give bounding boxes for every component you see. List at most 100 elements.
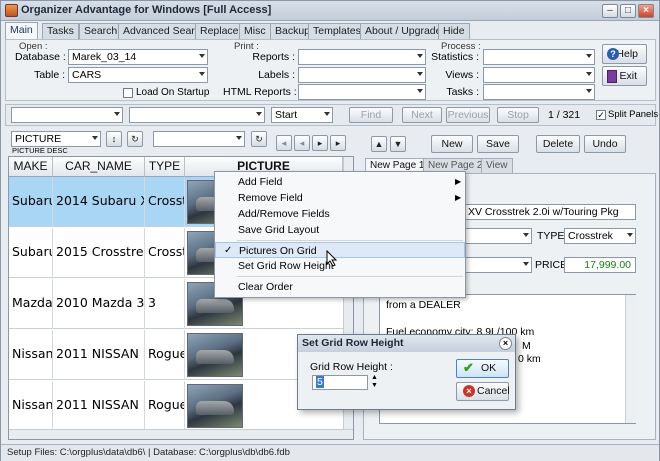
chevron-down-icon xyxy=(627,233,633,237)
cell-car-name: 2011 NISSAN RC xyxy=(53,330,145,380)
delete-button[interactable]: Delete xyxy=(536,135,580,153)
tab-misc[interactable]: Misc xyxy=(239,23,271,39)
next-record-icon[interactable]: ▸ xyxy=(312,135,328,151)
tab-about-upgrade[interactable]: About / Upgrade xyxy=(360,23,447,39)
tab-templates[interactable]: Templates xyxy=(308,23,366,39)
chevron-down-icon xyxy=(586,72,592,76)
menu-item-pictures-on-grid[interactable]: ✓ Pictures On Grid xyxy=(215,242,465,258)
prev-record-icon[interactable]: ◂ xyxy=(294,135,310,151)
load-on-startup-label: Load On Startup xyxy=(136,87,210,98)
labels-select[interactable] xyxy=(298,67,426,83)
tasks-select[interactable] xyxy=(483,84,595,100)
refresh-icon[interactable]: ↻ xyxy=(127,131,143,147)
menu-item-label: Pictures On Grid xyxy=(239,245,317,257)
up-arrow-icon[interactable]: ▲ xyxy=(371,136,387,152)
car-name-field[interactable]: XV Crosstrek 2.0i w/Touring Pkg xyxy=(464,204,636,220)
minimize-button[interactable]: – xyxy=(602,4,618,18)
help-icon: ? xyxy=(607,48,619,60)
menu-item-save-grid-layout[interactable]: Save Grid Layout xyxy=(215,222,465,238)
type-select[interactable]: Crosstrek xyxy=(564,228,636,244)
app-window: Organizer Advantage for Windows [Full Ac… xyxy=(0,0,660,461)
car-photo xyxy=(187,333,243,377)
row-height-spinner[interactable]: ▲ ▼ xyxy=(370,374,379,391)
cell-make: Mazda xyxy=(9,279,53,329)
tasks-label: Tasks : xyxy=(446,86,479,98)
cell-make: Subaru xyxy=(9,228,53,278)
menu-item-add-remove-fields[interactable]: Add/Remove Fields xyxy=(215,206,465,222)
find-button[interactable]: Find xyxy=(349,107,393,123)
column-header-car-name[interactable]: CAR_NAME xyxy=(53,157,145,177)
set-grid-row-height-dialog: Set Grid Row Height × Grid Row Height : … xyxy=(297,334,516,410)
help-label: Help xyxy=(616,48,638,60)
cell-make: Subaru xyxy=(9,177,53,227)
maximize-button[interactable]: □ xyxy=(620,4,636,18)
tab-view[interactable]: View xyxy=(481,158,513,173)
dialog-close-icon[interactable]: × xyxy=(499,337,512,350)
chevron-down-icon xyxy=(256,112,262,116)
table-select[interactable]: CARS xyxy=(68,67,208,83)
column-header-type[interactable]: TYPE xyxy=(145,157,185,177)
grid-horizontal-scrollbar[interactable] xyxy=(9,429,353,439)
undo-button[interactable]: Undo xyxy=(584,135,626,153)
previous-button[interactable]: Previous xyxy=(446,107,490,123)
tab-replace[interactable]: Replace xyxy=(195,23,244,39)
submenu-arrow-icon: ▶ xyxy=(455,193,462,202)
database-label: Database : xyxy=(15,51,66,63)
chevron-down-icon xyxy=(417,72,423,76)
refresh-icon[interactable]: ↻ xyxy=(251,131,267,147)
row-height-value: 5 xyxy=(316,376,324,388)
cell-car-name: 2015 Crosstrek S xyxy=(53,228,145,278)
save-button[interactable]: Save xyxy=(477,135,519,153)
stop-button[interactable]: Stop xyxy=(497,107,539,123)
search-field-select[interactable] xyxy=(11,107,123,123)
tab-tasks[interactable]: Tasks xyxy=(42,23,79,39)
filter-select[interactable] xyxy=(153,131,245,147)
chevron-down-icon xyxy=(417,89,423,93)
ok-button[interactable]: ✔ OK xyxy=(456,359,509,378)
tab-hide[interactable]: Hide xyxy=(438,23,470,39)
first-record-icon[interactable]: ◂ xyxy=(276,135,292,151)
tab-main[interactable]: Main xyxy=(5,22,38,39)
menu-item-label: Remove Field xyxy=(238,192,303,204)
chevron-down-icon xyxy=(199,72,205,76)
row-height-label: Grid Row Height : xyxy=(310,361,393,373)
field-description: PICTURE DESC xyxy=(12,146,68,155)
new-button[interactable]: New xyxy=(431,135,473,153)
menu-item-set-grid-row-height[interactable]: Set Grid Row Height xyxy=(215,258,465,274)
chevron-down-icon xyxy=(523,233,529,237)
make-select[interactable] xyxy=(464,228,532,244)
cancel-button[interactable]: × Cancel xyxy=(456,382,510,401)
app-icon xyxy=(5,4,18,17)
statistics-select[interactable] xyxy=(483,49,595,65)
load-on-startup-checkbox[interactable] xyxy=(123,88,133,98)
down-arrow-icon[interactable]: ▼ xyxy=(390,136,406,152)
html-reports-select[interactable] xyxy=(298,84,426,100)
labels-label: Labels : xyxy=(258,69,295,81)
last-record-icon[interactable]: ▸ xyxy=(330,135,346,151)
menu-separator xyxy=(237,240,463,241)
price-field[interactable]: 17,999.00 xyxy=(564,257,636,273)
tab-search[interactable]: Search xyxy=(79,23,123,39)
memo-scrollbar[interactable] xyxy=(625,295,636,423)
search-mode-select[interactable]: Start xyxy=(271,107,333,123)
database-select[interactable]: Marek_03_14 xyxy=(68,49,208,65)
exit-button[interactable]: Exit xyxy=(602,66,647,86)
checkmark-icon: ✔ xyxy=(463,360,474,375)
reports-select[interactable] xyxy=(298,49,426,65)
row-height-input[interactable]: 5 xyxy=(312,375,368,390)
help-button[interactable]: ? Help xyxy=(602,44,647,64)
source-select[interactable] xyxy=(464,257,532,273)
split-panels-checkbox[interactable]: ✓ xyxy=(596,110,606,120)
field-select[interactable]: PICTURE xyxy=(11,131,101,147)
search-operator-select[interactable] xyxy=(129,107,265,123)
sort-icon[interactable]: ↕ xyxy=(106,131,122,147)
menu-item-clear-order[interactable]: Clear Order xyxy=(215,279,465,295)
next-button[interactable]: Next xyxy=(402,107,442,123)
views-select[interactable] xyxy=(483,67,595,83)
menu-item-add-field[interactable]: Add Field ▶ xyxy=(215,174,465,190)
cancel-label: Cancel xyxy=(477,385,510,397)
menu-item-remove-field[interactable]: Remove Field ▶ xyxy=(215,190,465,206)
column-header-make[interactable]: MAKE xyxy=(9,157,53,177)
close-button[interactable]: × xyxy=(638,4,654,18)
record-position: 1 / 321 xyxy=(548,109,581,121)
